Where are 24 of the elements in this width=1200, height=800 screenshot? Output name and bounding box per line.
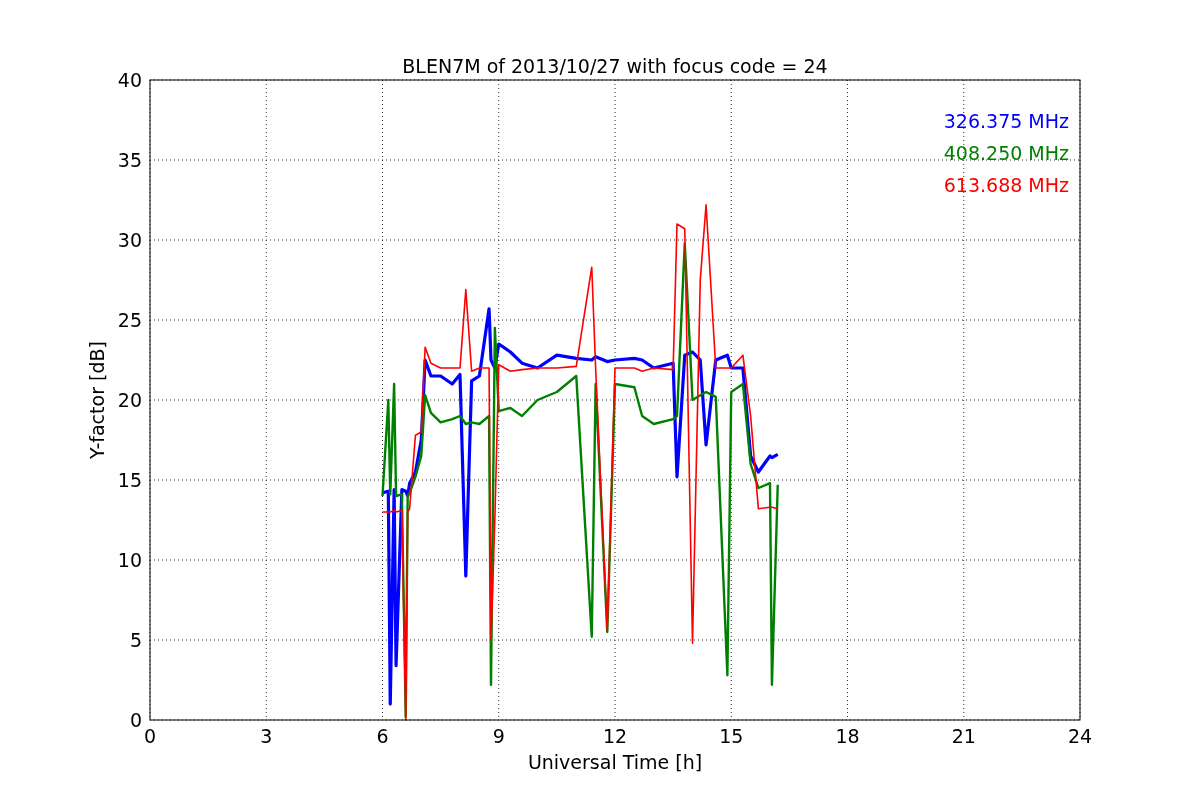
y-tick-label: 25 [117,309,142,331]
x-tick-label: 9 [492,725,505,747]
y-tick-label: 5 [129,629,142,651]
x-tick-label: 24 [1067,725,1093,747]
x-tick-label: 6 [376,725,389,747]
x-tick-label: 3 [260,725,273,747]
y-tick-label: 20 [117,389,142,411]
y-axis-label: Y-factor [dB] [86,341,108,459]
x-tick-label: 18 [835,725,860,747]
x-axis-label: Universal Time [h] [527,751,703,773]
legend-label: 326.375 MHz [943,110,1069,132]
y-tick-label: 10 [117,549,142,571]
x-tick-label: 21 [951,725,976,747]
y-tick-label: 30 [117,229,142,251]
x-tick-label: 15 [719,725,744,747]
chart-title: BLEN7M of 2013/10/27 with focus code = 24 [402,55,828,77]
y-tick-label: 0 [129,709,142,731]
y-tick-label: 40 [117,69,142,91]
legend-label: 408.250 MHz [943,142,1069,164]
x-tick-label: 0 [143,725,157,747]
legend-label: 613.688 MHz [943,174,1069,196]
y-tick-label: 15 [117,469,142,491]
x-tick-label: 12 [602,725,628,747]
y-tick-label: 35 [117,149,142,171]
